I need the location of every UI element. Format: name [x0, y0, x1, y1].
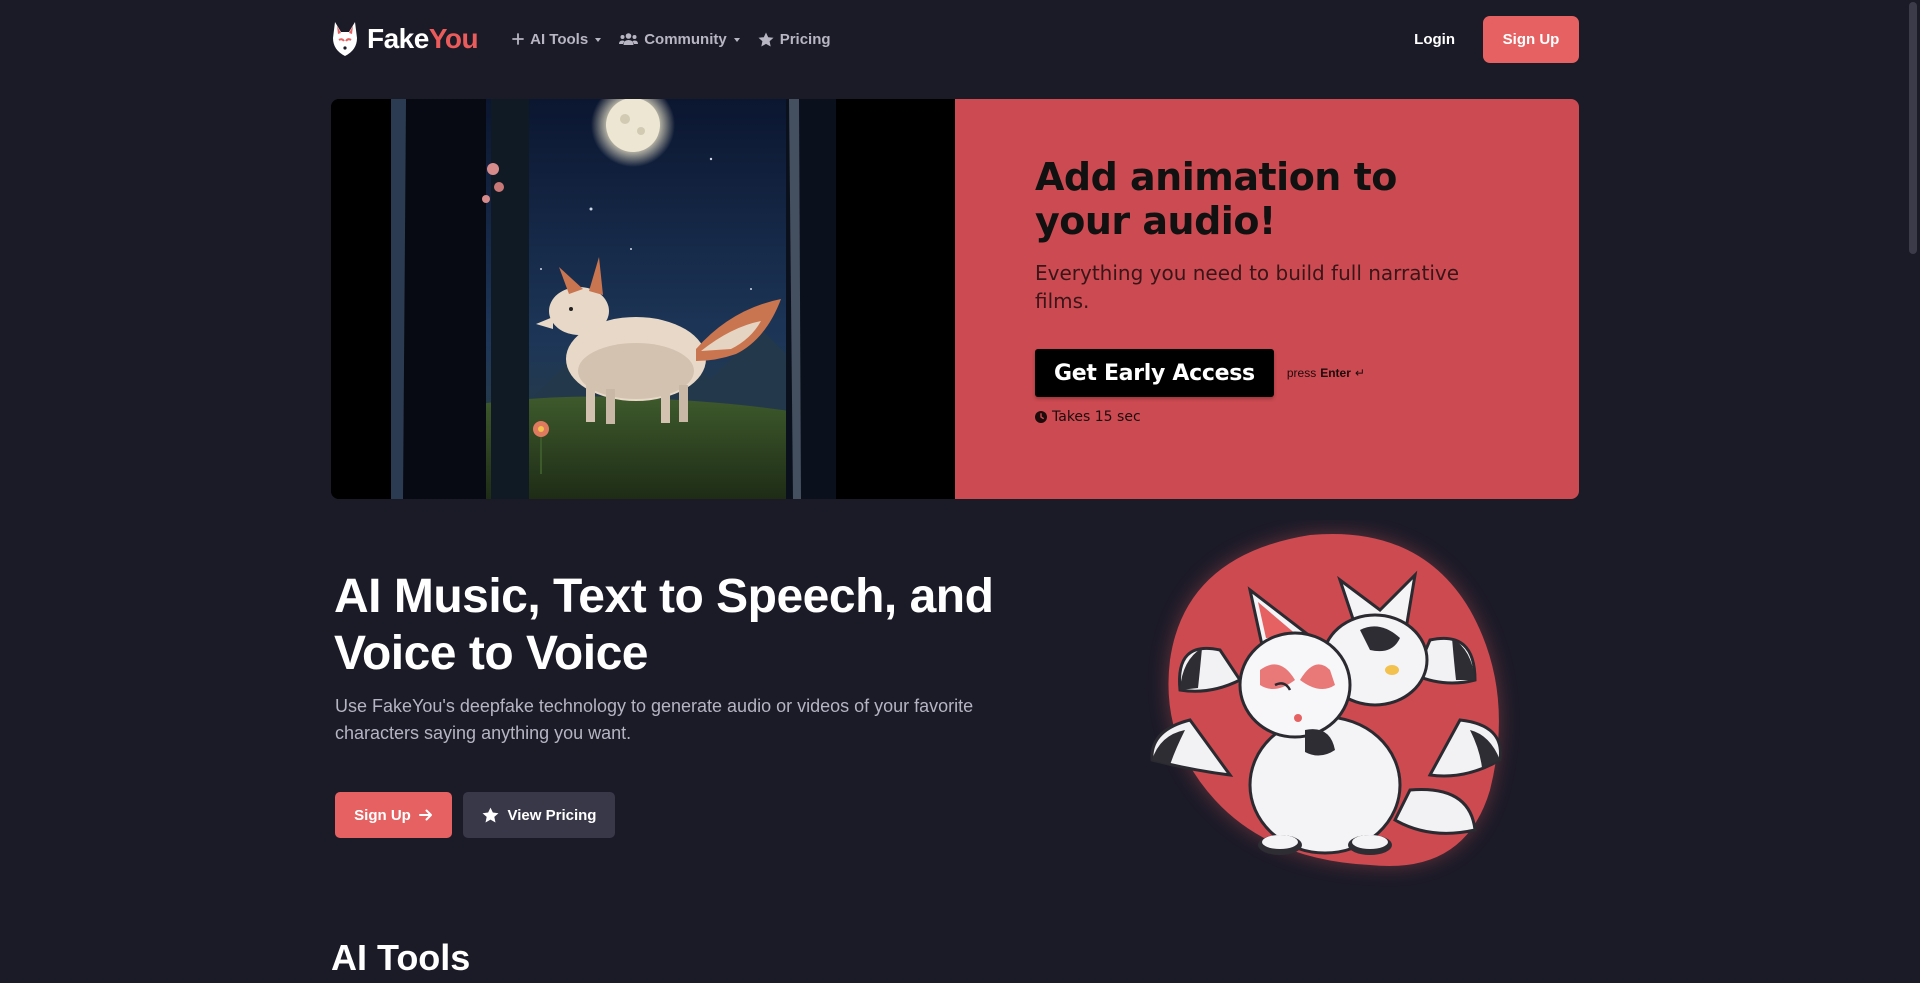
chevron-down-icon: [595, 38, 602, 42]
star-icon: [758, 32, 774, 46]
fox-mascot-illustration: [1130, 520, 1530, 920]
plus-icon: [512, 33, 525, 45]
promo-cta-row: Get Early Access press Enter ↵: [1035, 349, 1499, 397]
press-hint-key: Enter: [1320, 366, 1351, 380]
nav-ai-tools-dropdown[interactable]: AI Tools: [512, 30, 602, 48]
view-pricing-label: View Pricing: [507, 806, 597, 824]
promo-content-panel: Add animation to your audio! Everything …: [955, 99, 1579, 499]
scrollbar-thumb[interactable]: [1909, 2, 1917, 254]
get-early-access-button[interactable]: Get Early Access: [1035, 349, 1274, 397]
time-estimate-label: Takes 15 sec: [1052, 409, 1141, 425]
star-icon: [482, 807, 498, 823]
chevron-down-icon: [733, 38, 740, 42]
hero-buttons: Sign Up View Pricing: [335, 792, 615, 838]
promo-artwork: [331, 99, 955, 499]
view-pricing-button[interactable]: View Pricing: [463, 792, 615, 838]
hero-sign-up-button[interactable]: Sign Up: [335, 792, 452, 838]
users-icon: [619, 33, 639, 45]
press-enter-hint: press Enter ↵: [1287, 366, 1365, 380]
hero-title: AI Music, Text to Speech, and Voice to V…: [334, 570, 994, 680]
nav-community-dropdown[interactable]: Community: [619, 31, 740, 48]
brand-name-you: You: [428, 23, 479, 54]
login-link[interactable]: Login: [1414, 31, 1455, 48]
nav-sign-up-button[interactable]: Sign Up: [1483, 15, 1579, 63]
fox-mask-logo-icon: [333, 22, 357, 56]
promo-subtitle: Everything you need to build full narrat…: [1035, 261, 1460, 313]
animation-promo-banner: Add animation to your audio! Everything …: [331, 99, 1579, 499]
clock-icon: [1035, 411, 1047, 423]
enter-key-icon: ↵: [1354, 366, 1365, 380]
brand-name: FakeYou: [367, 23, 479, 54]
fox-moonlit-forest-illustration: [331, 99, 955, 499]
nav-links: AI Tools Community Pricing: [512, 30, 831, 48]
nav-account-actions: Login Sign Up: [1414, 15, 1579, 63]
mascot-artwork: [1150, 533, 1502, 867]
nav-pricing-label: Pricing: [779, 30, 831, 48]
page-scrollbar[interactable]: [1906, 0, 1920, 953]
hero-description: Use FakeYou's deepfake technology to gen…: [335, 696, 974, 743]
nav-pricing-link[interactable]: Pricing: [758, 31, 831, 48]
nav-ai-tools-label: AI Tools: [530, 30, 589, 48]
hero-sign-up-label: Sign Up: [354, 806, 411, 824]
top-navbar: FakeYou AI Tools Community Pricing Login…: [331, 0, 1579, 78]
ai-tools-section-heading: AI Tools: [331, 937, 471, 978]
brand-name-fake: Fake: [367, 23, 429, 54]
arrow-right-icon: [418, 809, 432, 821]
brand-logo-link[interactable]: FakeYou: [331, 20, 479, 58]
nav-community-label: Community: [644, 30, 727, 48]
promo-title: Add animation to your audio!: [1035, 155, 1397, 243]
press-hint-label: press: [1286, 366, 1317, 380]
time-estimate: Takes 15 sec: [1035, 409, 1499, 425]
